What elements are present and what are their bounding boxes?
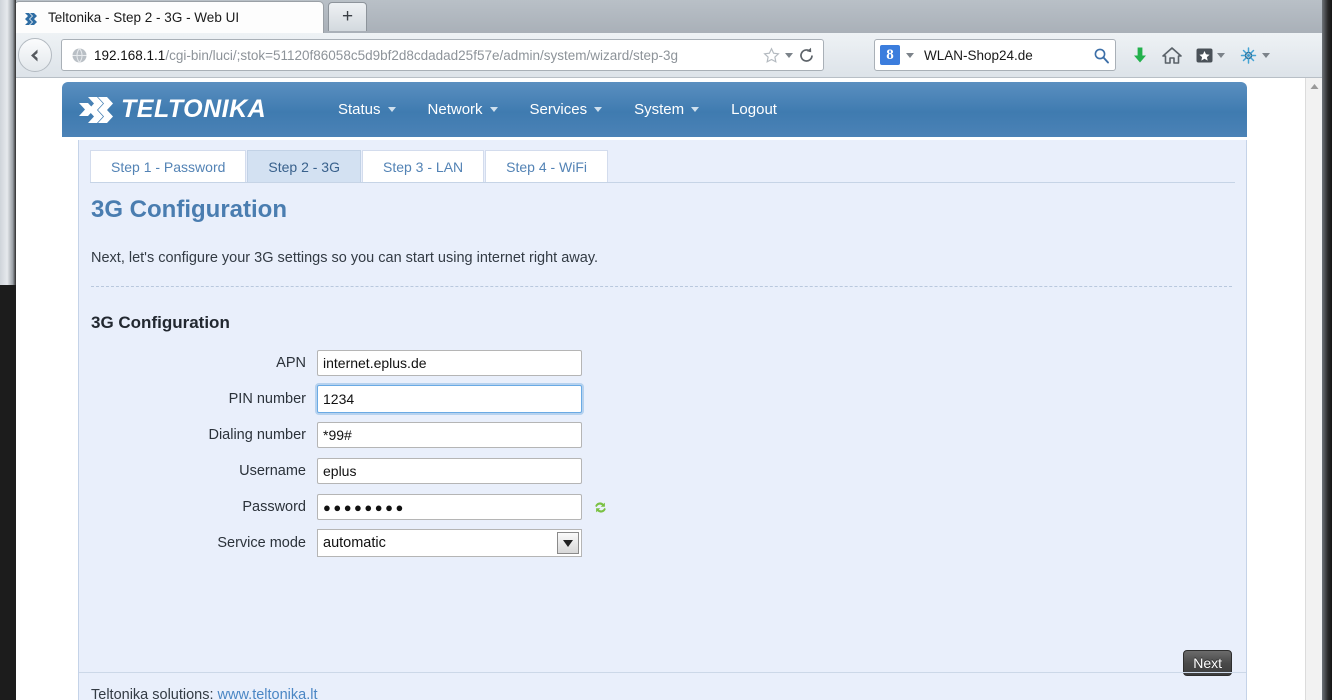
back-arrow-icon — [30, 49, 37, 61]
teltonika-favicon — [25, 12, 41, 26]
tab-step-1-password[interactable]: Step 1 - Password — [90, 150, 247, 182]
page-scrollbar[interactable] — [1305, 78, 1322, 700]
search-engine-chevron-icon[interactable] — [906, 52, 914, 58]
form-row-password: Password ●●●●●●●● — [79, 489, 639, 525]
browser-tab-strip: Teltonika - Step 2 - 3G - Web UI + — [6, 0, 1322, 33]
form-row-username: Username eplus — [79, 453, 639, 489]
chevron-down-icon — [489, 107, 498, 112]
pin-number-label: PIN number — [228, 391, 306, 407]
home-icon[interactable] — [1162, 46, 1182, 65]
nav-label: Logout — [731, 101, 777, 118]
teltonika-logo-mark-icon — [79, 96, 125, 124]
footer-divider — [79, 672, 1246, 673]
page-title: 3G Configuration — [91, 196, 287, 223]
nav-item-status[interactable]: Status — [322, 95, 412, 124]
refresh-icon[interactable] — [592, 499, 609, 516]
dialing-number-label: Dialing number — [208, 427, 306, 443]
apn-label: APN — [276, 355, 306, 371]
nav-item-network[interactable]: Network — [412, 95, 514, 124]
form-row-pin-number: PIN number 1234 — [79, 381, 639, 417]
form-row-dialing-number: Dialing number *99# — [79, 417, 639, 453]
search-input[interactable]: WLAN-Shop24.de — [924, 48, 1093, 63]
globe-icon — [71, 47, 88, 64]
chevron-down-icon[interactable] — [785, 52, 793, 58]
form-row-service-mode: Service mode automatic — [79, 525, 639, 561]
nav-item-logout[interactable]: Logout — [715, 95, 793, 124]
browser-window: Teltonika - Step 2 - 3G - Web UI + 192.1… — [0, 0, 1332, 700]
addon-icon[interactable] — [1238, 46, 1270, 65]
main-navigation: Status Network Services System Logout — [322, 95, 793, 124]
logo[interactable]: TELTONIKA — [79, 95, 284, 124]
password-input[interactable]: ●●●●●●●● — [317, 494, 582, 520]
wizard-step-tabs: Step 1 - Password Step 2 - 3G Step 3 - L… — [90, 150, 1235, 183]
service-mode-label: Service mode — [217, 535, 306, 551]
back-button[interactable] — [18, 38, 52, 72]
footer: Teltonika solutions: www.teltonika.lt — [91, 687, 317, 700]
chevron-down-icon — [387, 107, 396, 112]
browser-toolbar: 192.168.1.1/cgi-bin/luci/;stok=51120f860… — [6, 33, 1322, 78]
service-mode-select[interactable]: automatic — [317, 529, 582, 557]
nav-label: Network — [427, 101, 483, 118]
window-frame-left-top — [0, 0, 16, 290]
app-header: TELTONIKA Status Network Services System… — [62, 82, 1247, 137]
nav-label: Status — [338, 101, 381, 118]
bookmarks-icon[interactable] — [1195, 46, 1225, 65]
chevron-down-icon — [691, 107, 700, 112]
nav-label: Services — [529, 101, 588, 118]
page-viewport: TELTONIKA Status Network Services System… — [16, 78, 1322, 700]
browser-tab-active[interactable]: Teltonika - Step 2 - 3G - Web UI — [14, 1, 324, 33]
reload-icon[interactable] — [798, 47, 815, 64]
tab-step-3-lan[interactable]: Step 3 - LAN — [361, 150, 485, 182]
3g-configuration-form: APN internet.eplus.de PIN number 1234 Di… — [79, 345, 639, 561]
url-bar[interactable]: 192.168.1.1/cgi-bin/luci/;stok=51120f860… — [61, 39, 824, 71]
pin-number-input[interactable]: 1234 — [317, 385, 582, 413]
scroll-up-arrow-icon[interactable] — [1306, 78, 1323, 95]
window-frame-left-bottom — [0, 285, 16, 700]
password-label: Password — [242, 499, 306, 515]
bookmarks-chevron-icon[interactable] — [1217, 52, 1225, 58]
nav-item-system[interactable]: System — [618, 95, 715, 124]
url-bar-actions — [763, 46, 817, 64]
chevron-down-icon — [594, 107, 603, 112]
footer-link[interactable]: www.teltonika.lt — [218, 687, 318, 700]
bookmark-star-icon[interactable] — [763, 46, 780, 64]
nav-item-services[interactable]: Services — [514, 95, 619, 124]
service-mode-value: automatic — [323, 535, 386, 551]
url-path: /cgi-bin/luci/;stok=51120f86058c5d9bf2d8… — [165, 47, 679, 63]
addon-chevron-icon[interactable] — [1262, 52, 1270, 58]
toolbar-icon-group — [1131, 39, 1270, 71]
username-input[interactable]: eplus — [317, 458, 582, 484]
page-description: Next, let's configure your 3G settings s… — [91, 250, 599, 266]
username-label: Username — [239, 463, 306, 479]
nav-label: System — [634, 101, 685, 118]
url-text: 192.168.1.1/cgi-bin/luci/;stok=51120f860… — [94, 48, 763, 63]
chevron-down-icon[interactable] — [557, 532, 579, 554]
content-panel: Step 1 - Password Step 2 - 3G Step 3 - L… — [78, 140, 1247, 700]
apn-input[interactable]: internet.eplus.de — [317, 350, 582, 376]
dialing-number-input[interactable]: *99# — [317, 422, 582, 448]
tab-step-4-wifi[interactable]: Step 4 - WiFi — [485, 150, 609, 182]
teltonika-web-ui: TELTONIKA Status Network Services System… — [62, 78, 1247, 700]
browser-tab-title: Teltonika - Step 2 - 3G - Web UI — [48, 10, 240, 25]
footer-text: Teltonika solutions: — [91, 687, 214, 700]
logo-text: TELTONIKA — [121, 95, 267, 123]
form-row-apn: APN internet.eplus.de — [79, 345, 639, 381]
window-frame-right — [1322, 0, 1332, 700]
search-icon[interactable] — [1093, 47, 1110, 64]
section-title: 3G Configuration — [91, 313, 230, 332]
download-icon[interactable] — [1131, 46, 1149, 65]
tab-step-2-3g[interactable]: Step 2 - 3G — [247, 150, 361, 182]
search-bar[interactable]: 8 WLAN-Shop24.de — [874, 39, 1116, 71]
new-tab-button[interactable]: + — [328, 2, 367, 31]
divider — [91, 286, 1232, 287]
google-logo-icon[interactable]: 8 — [880, 45, 900, 65]
url-host: 192.168.1.1 — [94, 47, 166, 63]
